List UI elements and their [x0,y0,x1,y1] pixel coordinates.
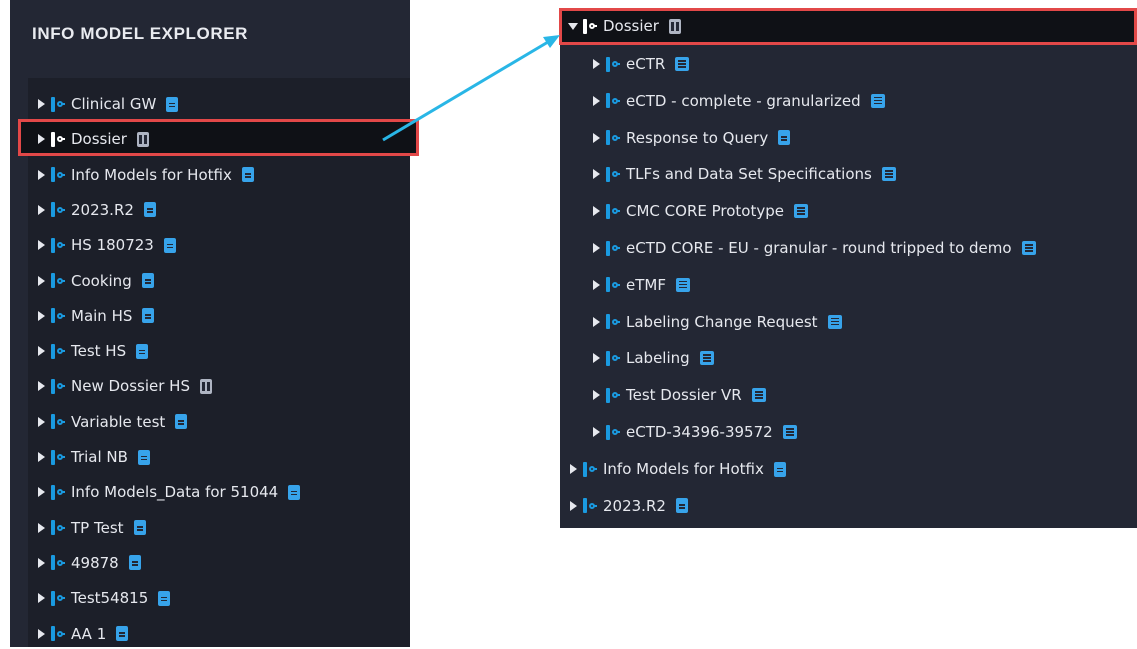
connector-arrow [382,35,560,142]
